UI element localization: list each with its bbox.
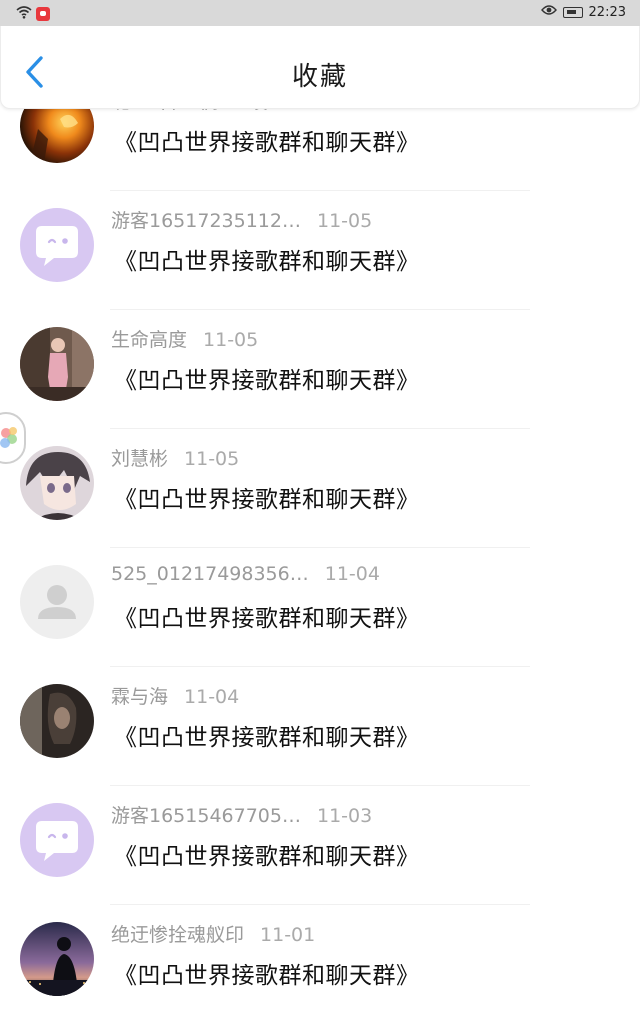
- item-date: 11-03: [316, 805, 373, 827]
- item-date: 11-05: [203, 329, 259, 351]
- list-item[interactable]: 霖与海 11-04 《凹凸世界接歌群和聊天群》: [0, 667, 640, 786]
- item-message: 《凹凸世界接歌群和聊天群》: [114, 725, 420, 751]
- favorites-page: 22:23 收藏 《凹凸世界接歌群和聊天群》 游客16517235112… 11…: [0, 0, 640, 1024]
- eye-icon: [540, 4, 557, 20]
- item-message: 《凹凸世界接歌群和聊天群》: [114, 130, 420, 156]
- item-username: 525_01217498356…: [111, 563, 309, 585]
- list-item[interactable]: 刘慧彬 11-05 《凹凸世界接歌群和聊天群》: [0, 429, 640, 548]
- item-message: 《凹凸世界接歌群和聊天群》: [114, 844, 420, 870]
- dark-photo-avatar[interactable]: [20, 684, 94, 758]
- item-header: 霖与海 11-04: [111, 682, 239, 709]
- item-username: 刘慧彬: [111, 448, 169, 470]
- status-bar: 22:23: [0, 0, 640, 26]
- anime-avatar[interactable]: [20, 446, 94, 520]
- wifi-icon: [16, 4, 32, 23]
- list-item[interactable]: 游客16515467705… 11-03 《凹凸世界接歌群和聊天群》: [0, 786, 640, 905]
- default-user-avatar[interactable]: [20, 565, 94, 639]
- item-message: 《凹凸世界接歌群和聊天群》: [114, 368, 420, 394]
- color-dots-icon: [0, 427, 17, 448]
- person-photo-avatar[interactable]: [20, 327, 94, 401]
- item-username: 游客16517235112…: [111, 210, 301, 232]
- item-header: 525_01217498356… 11-04: [111, 563, 380, 585]
- item-username: 生命高度: [111, 329, 188, 351]
- item-username: 游客16515467705…: [111, 805, 301, 827]
- chat-bubble-avatar[interactable]: [20, 208, 94, 282]
- page-title: 收藏: [291, 62, 348, 92]
- list-item[interactable]: 525_01217498356… 11-04 《凹凸世界接歌群和聊天群》: [0, 548, 640, 667]
- item-date: 11-05: [316, 210, 373, 232]
- item-date: 11-01: [260, 924, 316, 946]
- list-item[interactable]: 游客16517235112… 11-05 《凹凸世界接歌群和聊天群》: [0, 191, 640, 310]
- item-header: 游客16517235112… 11-05: [111, 206, 372, 233]
- silhouette-photo-avatar[interactable]: [20, 922, 94, 996]
- battery-icon: [562, 6, 583, 18]
- app-badge-icon: [36, 6, 50, 21]
- item-header: 绝迂惨拴魂舣印 11-01: [111, 920, 315, 947]
- item-message: 《凹凸世界接歌群和聊天群》: [114, 606, 420, 632]
- item-message: 《凹凸世界接歌群和聊天群》: [114, 249, 420, 275]
- favorites-list: 北hol台as俩ma睃…11-05 《凹凸世界接歌群和聊天群》 游客165172…: [0, 89, 640, 1024]
- item-date: 11-05: [184, 448, 240, 470]
- header-bar: 收藏: [0, 26, 640, 109]
- item-header: 生命高度 11-05: [111, 325, 258, 352]
- chat-bubble-avatar[interactable]: [20, 803, 94, 877]
- status-left: [16, 4, 50, 23]
- item-message: 《凹凸世界接歌群和聊天群》: [114, 963, 420, 989]
- item-date: 11-04: [184, 686, 240, 708]
- list-item[interactable]: 生命高度 11-05 《凹凸世界接歌群和聊天群》: [0, 310, 640, 429]
- status-time: 22:23: [588, 4, 626, 20]
- list-item[interactable]: 绝迂惨拴魂舣印 11-01 《凹凸世界接歌群和聊天群》: [0, 905, 640, 1024]
- item-date: 11-04: [324, 563, 380, 585]
- item-username: 霖与海: [111, 686, 169, 708]
- item-header: 刘慧彬 11-05: [111, 444, 239, 471]
- status-right: 22:23: [540, 4, 626, 20]
- item-message: 《凹凸世界接歌群和聊天群》: [114, 487, 420, 513]
- item-header: 游客16515467705… 11-03: [111, 801, 372, 828]
- item-username: 绝迂惨拴魂舣印: [111, 924, 245, 946]
